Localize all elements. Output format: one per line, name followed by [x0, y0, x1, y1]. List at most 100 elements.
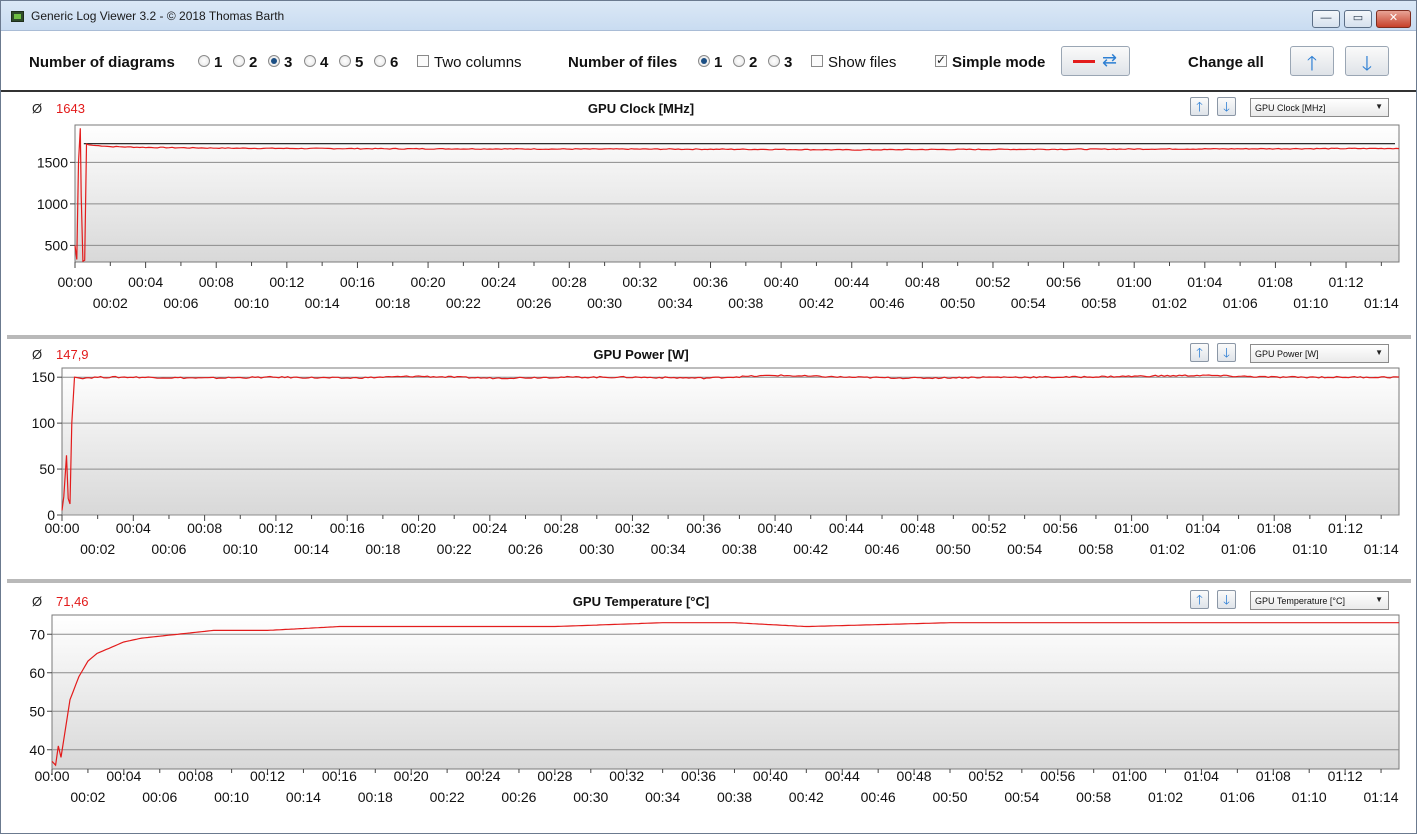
chevron-down-icon: ▼ [1375, 102, 1383, 111]
minimize-button[interactable]: — [1312, 10, 1340, 28]
x-tick-label: 01:12 [1329, 274, 1364, 290]
close-button[interactable]: ✕ [1376, 10, 1411, 28]
arrow-up-icon: 🡑 [1196, 346, 1203, 361]
x-tick-label: 01:08 [1257, 520, 1292, 536]
move-up-button[interactable]: 🡑 [1290, 46, 1334, 76]
show-files-label: Show files [828, 54, 897, 71]
diagrams-radio-label-2: 2 [249, 54, 258, 71]
files-radio-label-3: 3 [784, 54, 793, 71]
x-tick-label: 00:42 [793, 541, 828, 557]
x-tick-label: 01:10 [1292, 789, 1327, 805]
window-title: Generic Log Viewer 3.2 - © 2018 Thomas B… [31, 9, 285, 23]
plot-area[interactable] [74, 124, 1400, 263]
x-tick-label: 00:18 [375, 295, 410, 311]
x-tick-label: 00:30 [579, 541, 614, 557]
toolbar: Number of diagrams Two columns Number of… [1, 32, 1416, 92]
x-tick-label: 00:34 [645, 789, 680, 805]
chevron-down-icon: ▼ [1375, 348, 1383, 357]
x-tick-label: 01:10 [1293, 295, 1328, 311]
x-tick-label: 01:04 [1184, 768, 1219, 784]
x-tick-label: 01:02 [1150, 541, 1185, 557]
x-tick-label: 00:48 [905, 274, 940, 290]
diagram-panel: 0 50 100 150 00:00 00:04 00:08 00:12 00:16 00:20 0… [10, 339, 1410, 579]
arrow-up-icon: 🡑 [1196, 593, 1203, 608]
diagrams-radio-6[interactable] [374, 55, 386, 67]
x-tick-label: 00:58 [1081, 295, 1116, 311]
x-tick-label: 01:06 [1221, 541, 1256, 557]
diagrams-radio-2[interactable] [233, 55, 245, 67]
diagram-up-button[interactable]: 🡑 [1190, 97, 1209, 116]
maximize-button[interactable]: ▭ [1344, 10, 1372, 28]
line-chart: 4050607000:00 00:04 00:08 00:12 00:16 00:20 00… [29, 614, 1400, 805]
x-tick-label: 00:58 [1076, 789, 1111, 805]
arrow-down-icon: 🡓 [1223, 346, 1230, 361]
x-tick-label: 00:34 [651, 541, 686, 557]
diagrams-radio-label-5: 5 [355, 54, 364, 71]
two-columns-checkbox[interactable] [417, 55, 429, 67]
refresh-icon: ⇄ [1102, 50, 1118, 71]
y-tick-label: 40 [29, 742, 45, 758]
x-tick-label: 00:46 [865, 541, 900, 557]
diagram-up-button[interactable]: 🡑 [1190, 590, 1209, 609]
diagram-down-button[interactable]: 🡓 [1217, 97, 1236, 116]
files-radio-3[interactable] [768, 55, 780, 67]
files-radio-2[interactable] [733, 55, 745, 67]
diagram-up-button[interactable]: 🡑 [1190, 343, 1209, 362]
number-of-files-label: Number of files [568, 54, 678, 71]
line-chart: 05010015000:00 00:04 00:08 00:12 00:16 00:20 0… [32, 367, 1400, 557]
x-tick-label: 00:46 [861, 789, 896, 805]
files-radio-label-1: 1 [714, 54, 723, 71]
x-tick-label: 00:52 [971, 520, 1006, 536]
diagrams-radio-5[interactable] [339, 55, 351, 67]
x-tick-label: 00:48 [900, 520, 935, 536]
y-tick-label: 70 [29, 626, 45, 642]
x-tick-label: 00:30 [587, 295, 622, 311]
diagrams-radio-3[interactable] [268, 55, 280, 67]
line-color-button[interactable]: ⇄ [1061, 46, 1130, 76]
x-tick-label: 00:52 [975, 274, 1010, 290]
channel-dropdown[interactable]: GPU Power [W] ▼ [1250, 344, 1389, 363]
diagram-down-button[interactable]: 🡓 [1217, 590, 1236, 609]
x-tick-label: 00:10 [234, 295, 269, 311]
line-chart: 500 1000 1500 00:00 00:04 00:08 00:12 00:16 00:2… [37, 124, 1400, 311]
x-tick-label: 00:52 [968, 768, 1003, 784]
panel-separator[interactable] [7, 579, 1411, 583]
simple-mode-checkbox[interactable] [935, 53, 947, 67]
x-tick-label: 00:36 [686, 520, 721, 536]
x-tick-label: 00:56 [1046, 274, 1081, 290]
files-radio-1[interactable] [698, 55, 710, 67]
channel-dropdown[interactable]: GPU Temperature [°C] ▼ [1250, 591, 1389, 610]
diagram-down-button[interactable]: 🡓 [1217, 343, 1236, 362]
x-tick-label: 00:20 [411, 274, 446, 290]
x-tick-label: 00:54 [1004, 789, 1039, 805]
y-tick-label: 1500 [37, 154, 68, 170]
arrow-down-icon: 🡓 [1361, 51, 1373, 75]
arrow-down-icon: 🡓 [1223, 593, 1230, 608]
diagrams-radio-4[interactable] [304, 55, 316, 67]
red-line-icon [1073, 60, 1095, 63]
x-tick-label: 01:02 [1148, 789, 1183, 805]
x-tick-label: 00:18 [365, 541, 400, 557]
channel-dropdown[interactable]: GPU Clock [MHz] ▼ [1250, 98, 1389, 117]
x-tick-label: 01:04 [1185, 520, 1220, 536]
x-tick-label: 00:20 [401, 520, 436, 536]
title-bar[interactable]: Generic Log Viewer 3.2 - © 2018 Thomas B… [1, 1, 1416, 31]
x-tick-label: 00:12 [258, 520, 293, 536]
move-down-button[interactable]: 🡓 [1345, 46, 1389, 76]
y-tick-label: 50 [29, 703, 45, 719]
diagrams-radio-1[interactable] [198, 55, 210, 67]
x-tick-label: 00:04 [128, 274, 163, 290]
x-tick-label: 00:20 [394, 768, 429, 784]
channel-dropdown-value: GPU Temperature [°C] [1255, 596, 1345, 606]
x-tick-label: 01:00 [1114, 520, 1149, 536]
plot-area[interactable] [61, 367, 1400, 516]
y-tick-label: 1000 [37, 196, 68, 212]
x-tick-label: 00:50 [940, 295, 975, 311]
x-tick-label: 00:06 [142, 789, 177, 805]
y-tick-label: 50 [39, 461, 55, 477]
x-tick-label: 00:16 [322, 768, 357, 784]
x-tick-label: 01:12 [1328, 768, 1363, 784]
plot-area[interactable] [51, 614, 1400, 770]
show-files-checkbox[interactable] [811, 55, 823, 67]
x-tick-label: 00:22 [446, 295, 481, 311]
